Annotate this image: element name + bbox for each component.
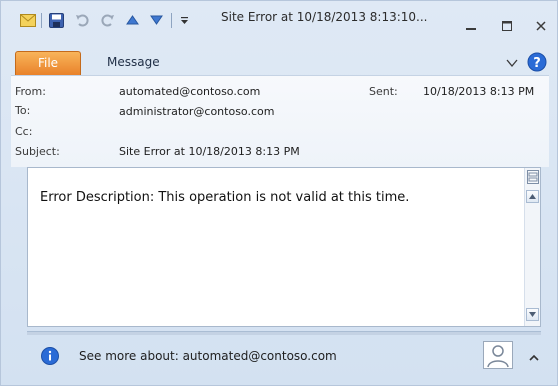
scroll-up-button[interactable]: [526, 190, 539, 203]
collapse-ribbon-icon[interactable]: [506, 57, 518, 71]
minimize-button[interactable]: [461, 18, 481, 34]
people-pane: See more about: automated@contoso.com: [27, 337, 557, 377]
sent-label: Sent:: [369, 85, 398, 98]
to-label: To:: [15, 104, 31, 117]
title-bar: Site Error at 10/18/2013 8:13:10...: [1, 1, 557, 49]
message-window: Site Error at 10/18/2013 8:13:10... File…: [0, 0, 558, 386]
to-value[interactable]: administrator@contoso.com: [119, 105, 274, 118]
expand-people-pane-icon[interactable]: [529, 351, 539, 365]
undo-icon[interactable]: [73, 12, 91, 28]
envelope-icon[interactable]: [19, 12, 37, 28]
subject-label: Subject:: [15, 145, 60, 158]
customize-qat-icon[interactable]: [177, 12, 191, 28]
qat-separator: [171, 13, 172, 28]
window-title: Site Error at 10/18/2013 8:13:10...: [221, 10, 428, 24]
from-value[interactable]: automated@contoso.com: [119, 85, 260, 98]
maximize-button[interactable]: [497, 18, 517, 34]
ribbon-tabs: File Message ?: [15, 51, 555, 75]
scroll-down-button[interactable]: [526, 308, 539, 321]
message-body[interactable]: Error Description: This operation is not…: [27, 167, 541, 327]
next-item-icon[interactable]: [147, 12, 165, 28]
message-header: From: automated@contoso.com Sent: 10/18/…: [11, 75, 549, 167]
close-button[interactable]: [531, 18, 551, 34]
cc-label: Cc:: [15, 125, 33, 138]
contact-avatar[interactable]: [483, 341, 513, 372]
sent-value: 10/18/2013 8:13 PM: [423, 85, 535, 98]
body-text: Error Description: This operation is not…: [40, 190, 410, 205]
from-label: From:: [15, 85, 46, 98]
people-pane-splitter[interactable]: [27, 331, 541, 335]
help-icon[interactable]: ?: [527, 52, 547, 75]
split-view-icon[interactable]: [527, 170, 539, 187]
subject-value: Site Error at 10/18/2013 8:13 PM: [119, 145, 300, 158]
vertical-scrollbar[interactable]: [524, 168, 540, 326]
info-icon: [41, 347, 59, 368]
save-icon[interactable]: [47, 12, 65, 28]
qat-separator: [41, 13, 42, 28]
see-more-about[interactable]: See more about: automated@contoso.com: [79, 349, 337, 363]
redo-icon[interactable]: [99, 12, 117, 28]
tab-file[interactable]: File: [15, 51, 81, 75]
tab-message[interactable]: Message: [107, 55, 160, 69]
svg-text:?: ?: [533, 56, 541, 71]
previous-item-icon[interactable]: [123, 12, 141, 28]
